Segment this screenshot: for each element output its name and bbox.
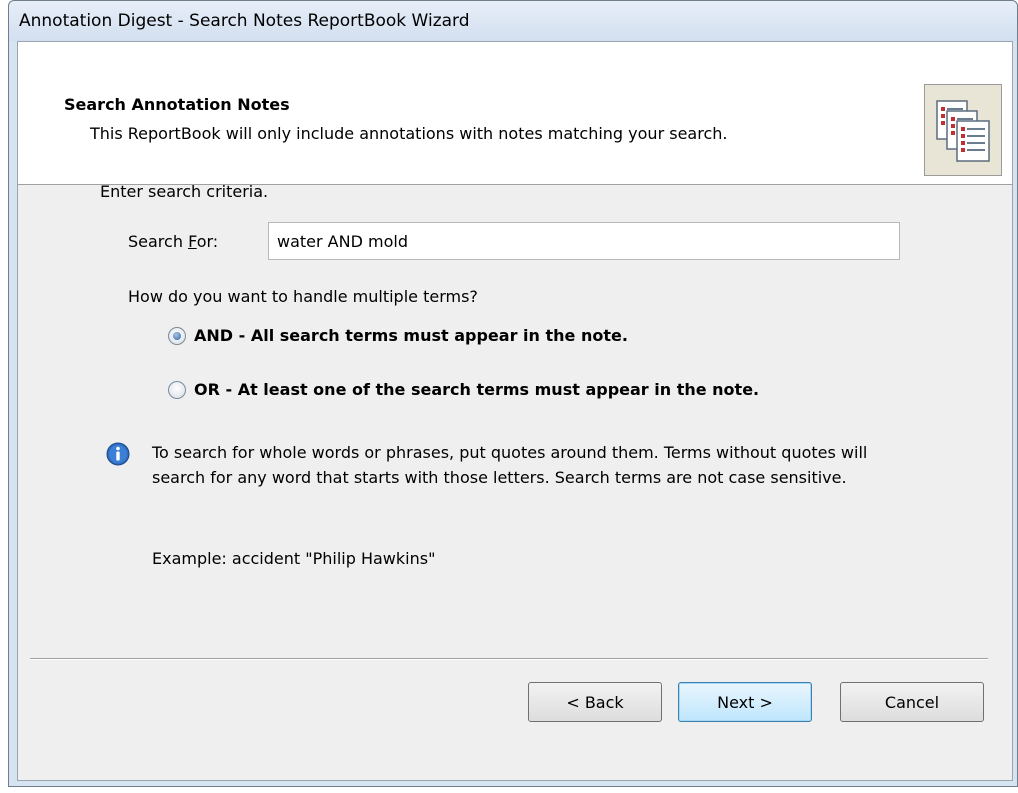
info-icon xyxy=(106,442,130,466)
search-help-text: To search for whole words or phrases, pu… xyxy=(152,443,868,487)
or-option-radio[interactable]: OR - At least one of the search terms mu… xyxy=(168,380,759,399)
or-option-label[interactable]: OR - At least one of the search terms mu… xyxy=(194,380,759,399)
back-button[interactable]: < Back xyxy=(528,682,662,722)
search-criteria-prompt: Enter search criteria. xyxy=(100,182,269,201)
search-for-label: Search For: xyxy=(128,232,219,251)
button-divider xyxy=(30,658,988,660)
window-title: Annotation Digest - Search Notes ReportB… xyxy=(19,11,470,31)
and-option-radio[interactable]: AND - All search terms must appear in th… xyxy=(168,326,628,345)
multiple-terms-question: How do you want to handle multiple terms… xyxy=(128,287,478,306)
or-radio-button[interactable] xyxy=(168,380,186,399)
search-input[interactable] xyxy=(268,222,900,260)
search-example: Example: accident "Philip Hawkins" xyxy=(152,549,436,568)
next-button[interactable]: Next > xyxy=(678,682,812,722)
and-option-label[interactable]: AND - All search terms must appear in th… xyxy=(194,326,628,345)
wizard-header: Search Annotation Notes This ReportBook … xyxy=(18,42,1012,185)
page-description: This ReportBook will only include annota… xyxy=(90,124,728,143)
title-bar[interactable]: Annotation Digest - Search Notes ReportB… xyxy=(9,1,1017,41)
and-radio-button[interactable] xyxy=(168,326,186,345)
page-title: Search Annotation Notes xyxy=(64,95,290,114)
cancel-button[interactable]: Cancel xyxy=(840,682,984,722)
reportbook-pages-icon xyxy=(924,84,1002,176)
wizard-client-area: Search Annotation Notes This ReportBook … xyxy=(17,41,1013,781)
